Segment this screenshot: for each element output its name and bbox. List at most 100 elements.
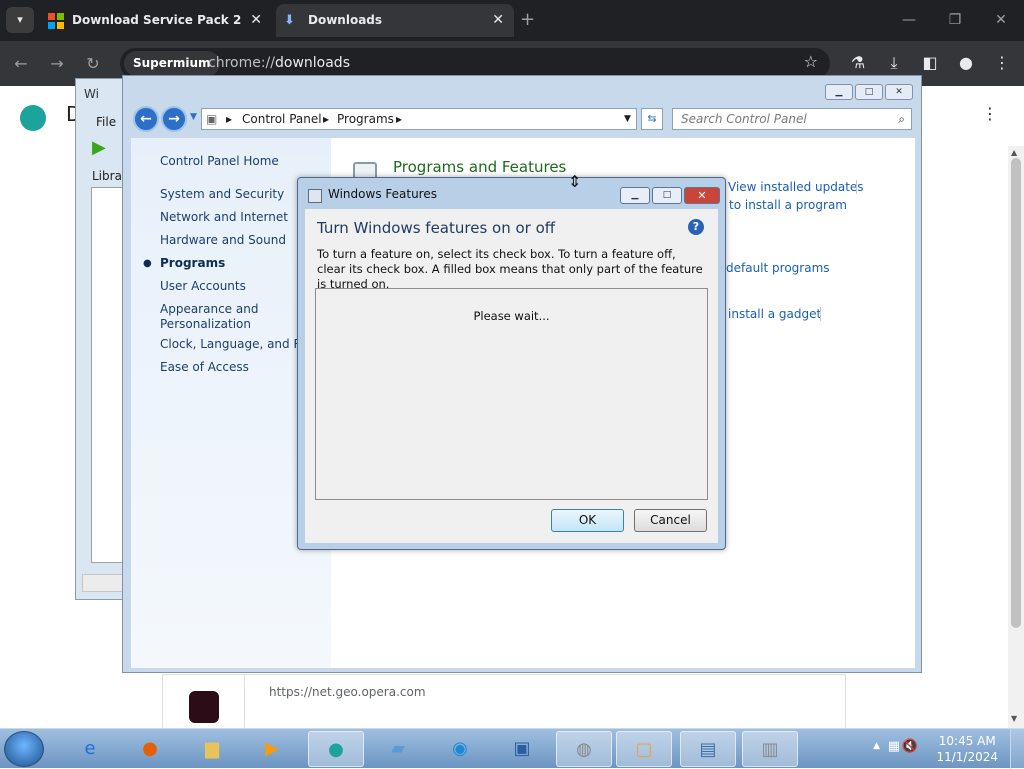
sidebar-item-clock-language[interactable]: Clock, Language, and Reg <box>160 337 316 351</box>
dialog-description: To turn a feature on, select its check b… <box>317 247 703 291</box>
menu-kebab-icon[interactable]: ⋮ <box>990 51 1014 75</box>
breadcrumb-control-panel[interactable]: Control Panel <box>242 109 322 129</box>
taskbar: e ● ▆ ▶ ● ▰ ◉ ▣ ◍ ▢ ▤ ▥ ▲ ▦ 🔇 10:45 AM 1… <box>0 728 1024 769</box>
sidebar-item-user-accounts[interactable]: User Accounts <box>160 279 246 293</box>
recent-pages-icon[interactable]: ▼ <box>190 112 197 122</box>
dialog-body: Turn Windows features on or off ? To tur… <box>305 209 718 543</box>
file-menu[interactable]: File <box>96 115 116 129</box>
windows-features-dialog: Windows Features ▁ □ ✕ Turn Windows feat… <box>297 177 726 550</box>
play-icon[interactable]: ▶ <box>92 137 106 158</box>
scroll-down-icon[interactable]: ▼ <box>1011 714 1017 723</box>
search-icon[interactable]: ⌕ <box>898 109 905 129</box>
close-button[interactable]: ✕ <box>978 0 1024 41</box>
clock[interactable]: 10:45 AM 11/1/2024 <box>936 733 998 765</box>
refresh-icon[interactable]: ⇆ <box>641 108 663 130</box>
page-scrollbar[interactable]: ▲ ▼ <box>1008 146 1024 728</box>
scroll-thumb[interactable] <box>1011 158 1021 628</box>
download-item[interactable]: https://net.geo.opera.com <box>162 674 846 735</box>
dialog-title: Windows Features <box>328 187 437 201</box>
reload-icon[interactable]: ↻ <box>80 51 106 77</box>
scroll-up-icon[interactable]: ▲ <box>1011 148 1017 157</box>
edge-icon[interactable]: ◉ <box>432 731 488 767</box>
firefox-icon[interactable]: ● <box>122 731 178 767</box>
resize-cursor-icon: ⇕ <box>568 172 582 191</box>
address-dropdown-icon[interactable]: ▼ <box>624 109 631 129</box>
download-icon[interactable]: ⤓ <box>882 51 906 75</box>
minimize-button[interactable]: — <box>886 0 932 41</box>
back-icon[interactable]: ← <box>8 51 34 77</box>
sidebar-item-appearance[interactable]: Appearance and <box>160 302 258 316</box>
minimize-button[interactable]: ▁ <box>825 84 853 100</box>
ok-button[interactable]: OK <box>551 509 624 532</box>
minimize-button[interactable]: ▁ <box>620 187 650 204</box>
download-url[interactable]: https://net.geo.opera.com <box>269 685 426 699</box>
help-icon[interactable]: ? <box>688 219 704 235</box>
network-icon[interactable]: ▦ <box>888 739 900 754</box>
clock-date: 11/1/2024 <box>936 750 998 764</box>
tab-title: Downloads <box>308 13 383 27</box>
remote-desktop-icon[interactable]: ▣ <box>494 731 550 767</box>
internet-explorer-icon[interactable]: e <box>62 731 118 767</box>
explorer-icon[interactable]: ▆ <box>184 731 240 767</box>
start-button[interactable] <box>4 731 44 767</box>
labs-flask-icon[interactable]: ⚗ <box>846 51 870 75</box>
tab-search-button[interactable]: ▾ <box>6 7 34 33</box>
sidebar-item-personalization[interactable]: Personalization <box>160 317 251 331</box>
opera-file-icon <box>189 691 219 723</box>
install-gadget-link[interactable]: install a gadget <box>728 307 821 321</box>
new-tab-button[interactable]: + <box>520 6 535 34</box>
supermium-logo-icon <box>20 105 46 131</box>
tab-title: Download Service Pack 2 for W <box>72 13 242 27</box>
volume-muted-icon[interactable]: 🔇 <box>902 739 918 754</box>
control-panel-icon: ▣ <box>206 112 218 126</box>
bookmark-star-icon[interactable]: ☆ <box>804 52 818 71</box>
back-arrow-icon[interactable]: ← <box>133 106 159 132</box>
show-desktop-button[interactable] <box>1010 729 1024 769</box>
breadcrumb-programs[interactable]: Programs <box>337 109 394 129</box>
tab-close-icon[interactable]: ✕ <box>250 4 262 37</box>
cancel-button[interactable]: Cancel <box>634 509 707 532</box>
page-menu-icon[interactable]: ⋮ <box>982 104 998 123</box>
notepad-icon[interactable]: ▰ <box>370 731 426 767</box>
loading-status: Please wait... <box>473 309 550 323</box>
supermium-icon[interactable]: ● <box>308 731 364 767</box>
view-installed-updates-link[interactable]: View installed updates <box>728 180 864 194</box>
forward-arrow-icon[interactable]: → <box>161 106 187 132</box>
default-programs-link[interactable]: default programs <box>726 261 830 275</box>
sidebar-item-programs[interactable]: Programs <box>160 256 225 270</box>
close-button[interactable]: ✕ <box>885 84 913 100</box>
profile-avatar-icon[interactable]: ● <box>954 51 978 75</box>
tab-close-icon[interactable]: ✕ <box>492 4 504 37</box>
media-player-icon[interactable]: ▶ <box>244 731 300 767</box>
sidebar-item-system-security[interactable]: System and Security <box>160 187 284 201</box>
maximize-button[interactable]: □ <box>855 84 883 100</box>
tab-downloads[interactable]: ⬇ Downloads ✕ <box>276 4 514 37</box>
sidebar-item-ease-of-access[interactable]: Ease of Access <box>160 360 249 374</box>
search-input[interactable]: Search Control Panel ⌕ <box>672 108 912 130</box>
divider <box>820 307 821 321</box>
sidebar-item-network[interactable]: Network and Internet <box>160 210 288 224</box>
close-button[interactable]: ✕ <box>684 187 720 204</box>
tab-service-pack[interactable]: Download Service Pack 2 for W ✕ <box>40 4 272 37</box>
disc-icon[interactable]: ◍ <box>556 731 612 767</box>
windows-features-icon[interactable]: ▥ <box>742 731 798 767</box>
site-chip[interactable]: Supermium <box>124 51 220 76</box>
control-panel-icon[interactable]: ▤ <box>680 731 736 767</box>
forward-icon[interactable]: → <box>44 51 70 77</box>
maximize-button[interactable]: □ <box>652 187 682 204</box>
window-controls: ▁ □ ✕ <box>823 83 913 100</box>
divider <box>244 675 245 735</box>
sidebar-item-home[interactable]: Control Panel Home <box>160 154 279 168</box>
show-hidden-icons-icon[interactable]: ▲ <box>873 741 880 751</box>
address-bar[interactable]: ▣ ▸ Control Panel ▸ Programs ▸ ▼ <box>201 108 637 130</box>
virtualbox-icon[interactable]: ▢ <box>616 731 672 767</box>
programs-features-title[interactable]: Programs and Features <box>393 158 566 176</box>
download-icon: ⬇ <box>284 13 295 28</box>
side-panel-icon[interactable]: ◧ <box>918 51 942 75</box>
restore-button[interactable]: ❐ <box>932 0 978 41</box>
sidebar-item-hardware[interactable]: Hardware and Sound <box>160 233 286 247</box>
windows-logo-icon <box>48 13 64 29</box>
windows-features-icon <box>308 189 322 203</box>
install-program-link[interactable]: to install a program <box>729 198 847 212</box>
features-list[interactable]: Please wait... <box>315 288 708 500</box>
